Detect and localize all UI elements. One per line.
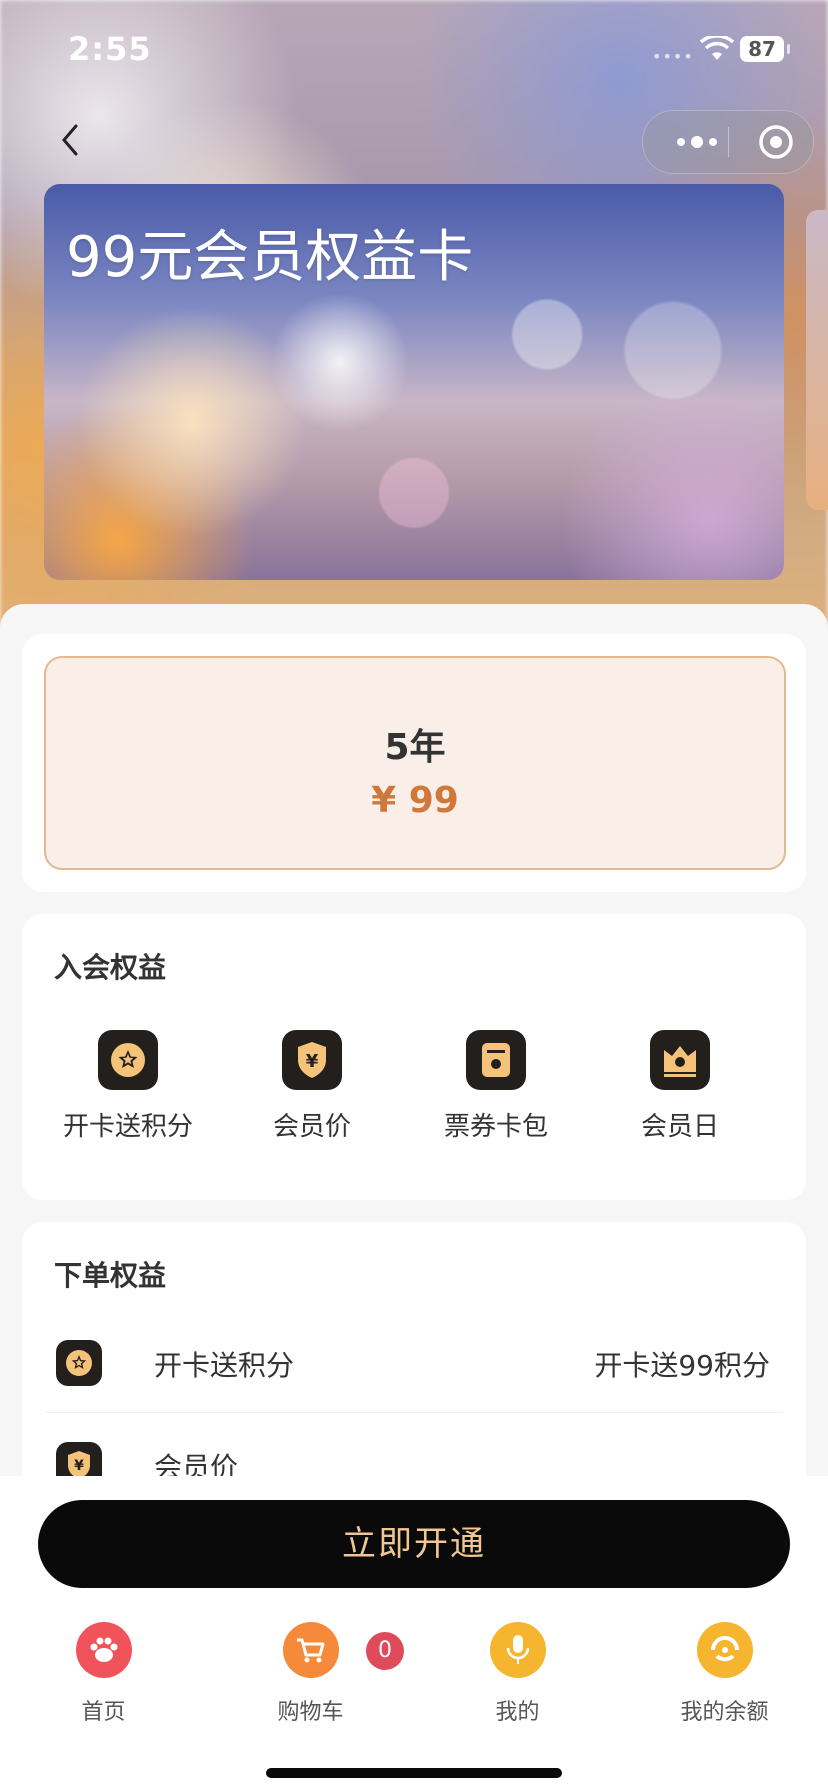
join-benefits-title: 入会权益 bbox=[54, 951, 167, 984]
more-button[interactable] bbox=[667, 111, 727, 173]
benefit-member-day[interactable]: 会员日 bbox=[588, 1030, 772, 1143]
cart-icon bbox=[282, 1622, 339, 1678]
price-option-selected[interactable]: 5年 ¥ 99 bbox=[44, 656, 786, 870]
card-title: 99元会员权益卡 bbox=[66, 225, 474, 290]
star-points-icon bbox=[56, 1340, 102, 1386]
svg-text:¥: ¥ bbox=[74, 1458, 84, 1474]
crown-calendar-icon bbox=[650, 1030, 710, 1090]
tab-label: 我的 bbox=[495, 1700, 540, 1725]
paw-icon bbox=[75, 1622, 132, 1678]
cart-count-badge: 0 bbox=[366, 1632, 404, 1670]
benefit-label: 票券卡包 bbox=[443, 1112, 548, 1142]
benefit-signup-points[interactable]: 开卡送积分 bbox=[36, 1030, 220, 1143]
wallet-icon bbox=[696, 1622, 753, 1678]
benefit-label: 会员价 bbox=[272, 1112, 351, 1142]
action-bar: 立即开通 bbox=[0, 1476, 828, 1613]
more-dots-icon bbox=[677, 136, 717, 148]
option-price: ¥ 99 bbox=[371, 780, 459, 821]
membership-card-banner: 99元会员权益卡 bbox=[44, 184, 784, 580]
battery-indicator: 87 bbox=[740, 36, 790, 62]
home-indicator[interactable] bbox=[266, 1768, 562, 1778]
row-divider bbox=[46, 1412, 782, 1413]
option-duration: 5年 bbox=[384, 727, 446, 768]
order-benefit-row[interactable]: 开卡送积分 开卡送99积分 bbox=[46, 1316, 782, 1410]
tab-balance[interactable]: 我的余额 bbox=[621, 1622, 828, 1726]
coupon-icon bbox=[466, 1030, 526, 1090]
join-benefits-panel: 入会权益 开卡送积分 ¥ 会员价 票券卡包 会员日 bbox=[22, 914, 806, 1200]
status-bar: 2:55 •••• 87 bbox=[0, 0, 828, 100]
capsule-divider bbox=[728, 127, 729, 157]
order-benefit-label: 开卡送积分 bbox=[154, 1349, 295, 1382]
tab-label: 我的余额 bbox=[680, 1700, 769, 1725]
benefit-coupon-wallet[interactable]: 票券卡包 bbox=[404, 1030, 588, 1143]
order-benefit-value: 开卡送99积分 bbox=[594, 1349, 770, 1382]
chevron-left-icon bbox=[62, 124, 78, 156]
close-miniprogram-button[interactable] bbox=[751, 111, 801, 173]
benefit-label: 会员日 bbox=[640, 1112, 719, 1142]
tab-home[interactable]: 首页 bbox=[0, 1622, 207, 1726]
benefit-label: 开卡送积分 bbox=[62, 1112, 193, 1142]
miniprogram-capsule bbox=[642, 110, 814, 174]
open-membership-button[interactable]: 立即开通 bbox=[38, 1500, 790, 1588]
star-points-icon bbox=[98, 1030, 158, 1090]
tab-label: 首页 bbox=[81, 1700, 126, 1725]
status-time: 2:55 bbox=[68, 30, 152, 68]
yen-shield-icon: ¥ bbox=[282, 1030, 342, 1090]
mic-icon bbox=[489, 1622, 546, 1678]
tab-label: 购物车 bbox=[277, 1700, 344, 1725]
cellular-signal-icon: •••• bbox=[652, 47, 694, 66]
benefit-member-price[interactable]: ¥ 会员价 bbox=[220, 1030, 404, 1143]
target-icon bbox=[759, 125, 793, 159]
price-panel: 5年 ¥ 99 bbox=[22, 634, 806, 892]
next-card-peek[interactable] bbox=[806, 210, 828, 510]
wifi-icon bbox=[700, 36, 734, 62]
tab-bar: 首页 购物车 我的 我的余额 0 bbox=[0, 1612, 828, 1792]
svg-text:¥: ¥ bbox=[306, 1051, 319, 1072]
back-button[interactable] bbox=[52, 120, 92, 160]
tab-mine[interactable]: 我的 bbox=[414, 1622, 621, 1726]
order-benefits-title: 下单权益 bbox=[54, 1259, 167, 1292]
